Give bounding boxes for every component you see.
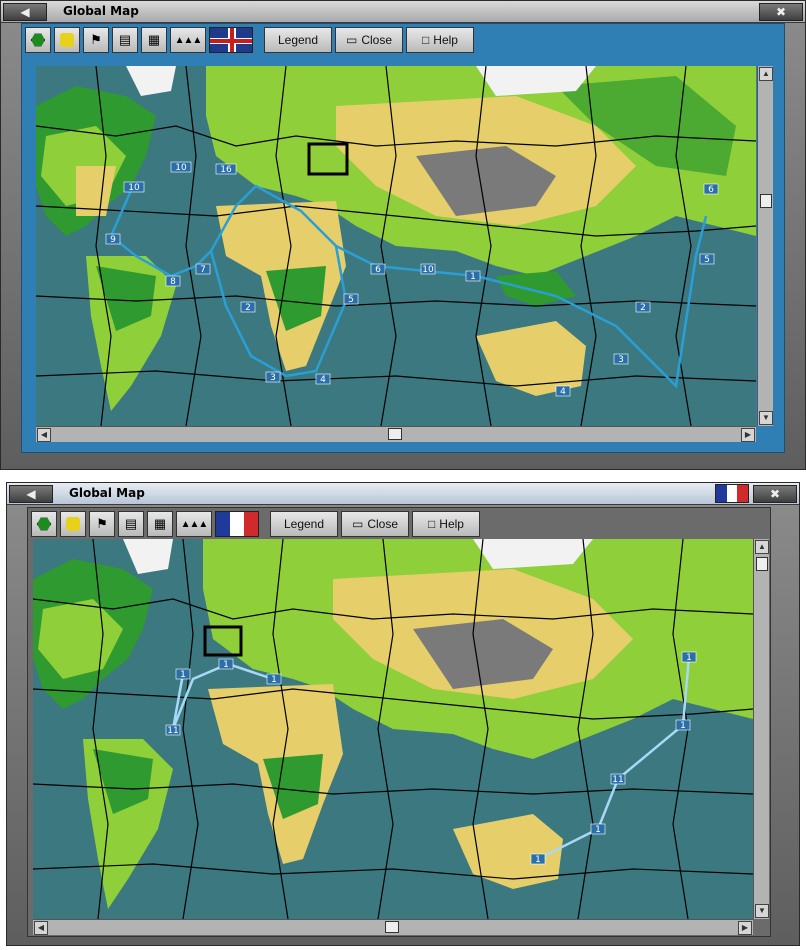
route-marker-label: 1 — [535, 855, 541, 865]
close-label: Close — [367, 517, 399, 531]
route-marker-label: 3 — [618, 355, 624, 365]
world-map-bottom[interactable]: 1 11 1 1 1 1 11 1 1 — [33, 539, 753, 919]
route-marker-label: 11 — [612, 775, 623, 785]
route-marker-label: 10 — [128, 183, 140, 193]
help-button[interactable]: □ Help — [406, 27, 474, 53]
route-marker-label: 10 — [422, 265, 434, 275]
world-map-top[interactable]: 10 10 16 9 8 7 2 3 4 5 6 10 1 2 3 4 5 6 — [36, 66, 756, 426]
disk-icon[interactable]: ▤ — [118, 511, 144, 537]
route-marker-label: 10 — [175, 163, 187, 173]
map-svg: 10 10 16 9 8 7 2 3 4 5 6 10 1 2 3 4 5 6 — [36, 66, 756, 426]
close-door-icon: ▭ — [351, 517, 364, 531]
scroll-left-button[interactable]: ◀ — [34, 921, 48, 935]
route-marker-label: 3 — [270, 373, 276, 383]
ship-icon[interactable]: ▲▲▲ — [176, 511, 212, 537]
scroll-thumb[interactable] — [756, 557, 768, 571]
window-close-button[interactable]: ✖ — [753, 485, 797, 503]
close-label: Close — [361, 33, 393, 47]
help-book-icon: □ — [422, 33, 430, 47]
scroll-right-button[interactable]: ▶ — [741, 428, 755, 442]
scroll-down-button[interactable]: ▼ — [755, 904, 769, 918]
horizontal-scrollbar[interactable]: ◀ ▶ — [33, 919, 753, 935]
disk-icon[interactable]: ▤ — [112, 27, 138, 53]
scroll-left-button[interactable]: ◀ — [37, 428, 51, 442]
route-marker-label: 5 — [704, 255, 710, 265]
map-svg: 11111111111 — [33, 539, 753, 919]
help-button[interactable]: □ Help — [412, 511, 480, 537]
route-marker-label: 6 — [708, 185, 714, 195]
doc-icon[interactable]: ▦ — [141, 27, 167, 53]
route-marker-label: 2 — [245, 303, 251, 313]
vertical-scrollbar[interactable]: ▲ ▼ — [753, 539, 769, 919]
scroll-right-button[interactable]: ▶ — [738, 921, 752, 935]
route-marker-label: 1 — [223, 660, 229, 670]
minimize-button[interactable]: ◀ — [9, 485, 53, 503]
route-marker-label: 4 — [560, 387, 566, 397]
route-marker-label: 1 — [686, 653, 692, 663]
france-flag-icon[interactable] — [215, 511, 259, 537]
route-marker-label: 1 — [271, 675, 277, 685]
help-label: Help — [439, 517, 464, 531]
flag-icon[interactable]: ⚑ — [83, 27, 109, 53]
star-icon[interactable] — [54, 27, 80, 53]
hex-icon[interactable] — [31, 511, 57, 537]
window-close-button[interactable]: ✖ — [759, 3, 803, 21]
scroll-up-button[interactable]: ▲ — [755, 540, 769, 554]
ship-icon[interactable]: ▲▲▲ — [170, 27, 206, 53]
route-marker-label: 11 — [167, 726, 178, 736]
france-flag-title-icon — [715, 484, 749, 503]
close-door-icon: ▭ — [345, 33, 358, 47]
scroll-thumb[interactable] — [760, 194, 772, 208]
doc-icon[interactable]: ▦ — [147, 511, 173, 537]
window-title: Global Map — [63, 4, 139, 18]
scroll-thumb-horizontal[interactable] — [385, 921, 399, 933]
route-marker-label: 9 — [110, 235, 116, 245]
title-bar[interactable]: ◀ Global Map ✖ — [1, 1, 805, 23]
title-bar[interactable]: ◀ Global Map ✖ — [7, 483, 799, 505]
route-marker-label: 6 — [375, 265, 381, 275]
route-marker-label: 7 — [200, 265, 206, 275]
flag-icon[interactable]: ⚑ — [89, 511, 115, 537]
scroll-down-button[interactable]: ▼ — [759, 411, 773, 425]
global-map-window-top: ◀ Global Map ✖ ⚑ ▤ ▦ ▲▲▲ Legend ▭ Close □… — [0, 0, 806, 470]
route-marker-label: 1 — [180, 670, 186, 680]
scroll-up-button[interactable]: ▲ — [759, 67, 773, 81]
horizontal-scrollbar[interactable]: ◀ ▶ — [36, 426, 756, 442]
toolbar: ⚑ ▤ ▦ ▲▲▲ Legend ▭ Close □ Help — [25, 25, 474, 55]
route-marker-label: 1 — [680, 721, 686, 731]
route-marker-label: 5 — [348, 295, 354, 305]
help-book-icon: □ — [428, 517, 436, 531]
scroll-thumb-horizontal[interactable] — [388, 428, 402, 440]
global-map-window-bottom: ◀ Global Map ✖ ⚑ ▤ ▦ ▲▲▲ Legend ▭ Close □… — [6, 482, 800, 946]
window-title: Global Map — [69, 486, 145, 500]
close-button[interactable]: ▭ Close — [341, 511, 409, 537]
legend-button[interactable]: Legend — [270, 511, 338, 537]
route-marker-label: 8 — [170, 277, 176, 287]
uk-flag-icon[interactable] — [209, 27, 253, 53]
vertical-scrollbar[interactable]: ▲ ▼ — [757, 66, 773, 426]
route-marker-label: 16 — [220, 165, 232, 175]
toolbar: ⚑ ▤ ▦ ▲▲▲ Legend ▭ Close □ Help — [31, 509, 480, 539]
route-marker-label: 2 — [640, 303, 646, 313]
minimize-button[interactable]: ◀ — [3, 3, 47, 21]
help-label: Help — [433, 33, 458, 47]
legend-button[interactable]: Legend — [264, 27, 332, 53]
route-marker-label: 1 — [470, 272, 476, 282]
close-button[interactable]: ▭ Close — [335, 27, 403, 53]
hex-icon[interactable] — [25, 27, 51, 53]
star-icon[interactable] — [60, 511, 86, 537]
route-marker-label: 4 — [320, 375, 326, 385]
route-marker-label: 1 — [595, 825, 601, 835]
